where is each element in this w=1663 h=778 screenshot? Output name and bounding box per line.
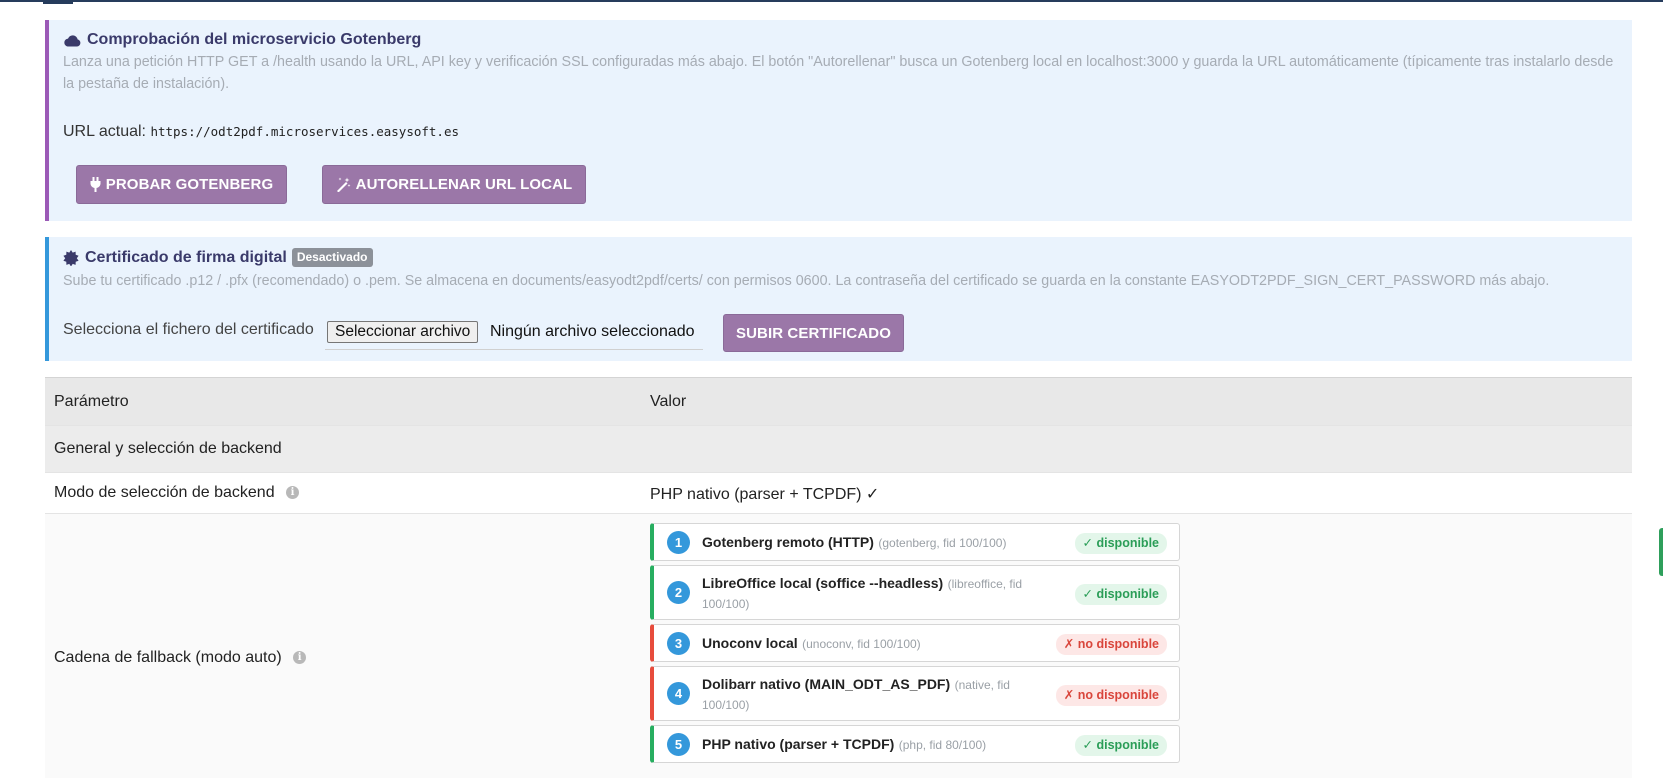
certificate-file-label: Selecciona el fichero del certificado <box>63 321 314 338</box>
fallback-item-name: PHP nativo (parser + TCPDF) <box>702 736 895 752</box>
fallback-cell: Cadena de fallback (modo auto) i <box>54 649 307 667</box>
section-row-general: General y selección de backend <box>45 426 1632 473</box>
gotenberg-description: Lanza una petición HTTP GET a /health us… <box>63 54 1614 92</box>
fallback-item-number: 3 <box>667 632 690 655</box>
top-bar-tab <box>43 0 73 4</box>
fallback-item-status: ✗ no disponible <box>1055 685 1167 706</box>
table-header: Parámetro Valor <box>45 377 1632 426</box>
fallback-item-text: Gotenberg remoto (HTTP) (gotenberg, fid … <box>702 532 1032 553</box>
test-gotenberg-label: PROBAR GOTENBERG <box>105 176 274 193</box>
magic-wand-icon <box>336 177 351 192</box>
fallback-item-name: Unoconv local <box>702 635 798 651</box>
fallback-item-text: Dolibarr nativo (MAIN_ODT_AS_PDF) (nativ… <box>702 674 1032 715</box>
autofill-local-url-button[interactable]: AUTORELLENAR URL LOCAL <box>322 165 586 204</box>
fallback-item-number: 1 <box>667 531 690 554</box>
backend-mode-cell: Modo de selección de backend i <box>54 484 300 502</box>
fallback-item-name: Gotenberg remoto (HTTP) <box>702 534 874 550</box>
fallback-item-name: Dolibarr nativo (MAIN_ODT_AS_PDF) <box>702 676 951 692</box>
fallback-item-status: ✓ disponible <box>1074 735 1167 756</box>
seal-icon <box>63 249 79 266</box>
test-gotenberg-button[interactable]: PROBAR GOTENBERG <box>76 165 287 204</box>
fallback-item: 3 Unoconv local (unoconv, fid 100/100) ✗… <box>650 624 1180 662</box>
info-icon[interactable]: i <box>286 486 300 500</box>
fallback-item-status: ✓ disponible <box>1074 584 1167 605</box>
header-parameter: Parámetro <box>54 393 129 410</box>
current-url-value: https://odt2pdf.microservices.easysoft.e… <box>150 124 460 139</box>
fallback-item-meta: (gotenberg, fid 100/100) <box>878 536 1007 550</box>
header-value: Valor <box>650 393 687 410</box>
fallback-item-status: ✓ disponible <box>1074 533 1167 554</box>
select-file-button[interactable]: Seleccionar archivo <box>327 321 479 343</box>
upload-certificate-button[interactable]: SUBIR CERTIFICADO <box>723 314 904 352</box>
table-row-fallback-chain: Cadena de fallback (modo auto) i 1 Goten… <box>45 514 1632 778</box>
fallback-item-meta: (php, fid 80/100) <box>898 738 987 752</box>
table-row-backend-mode: Modo de selección de backend i PHP nativ… <box>45 473 1632 514</box>
fallback-item: 4 Dolibarr nativo (MAIN_ODT_AS_PDF) (nat… <box>650 666 1180 721</box>
fallback-item: 2 LibreOffice local (soffice --headless)… <box>650 565 1180 620</box>
top-bar <box>0 0 1663 2</box>
upload-certificate-label: SUBIR CERTIFICADO <box>735 324 892 342</box>
certificate-panel-title: Certificado de firma digital Desactivado <box>63 248 373 267</box>
info-icon[interactable]: i <box>293 651 307 665</box>
fallback-item: 1 Gotenberg remoto (HTTP) (gotenberg, fi… <box>650 523 1180 561</box>
section-general-label: General y selección de backend <box>54 440 282 457</box>
certificate-description: Sube tu certificado .p12 / .pfx (recomen… <box>63 273 1550 289</box>
fallback-label: Cadena de fallback (modo auto) <box>54 649 282 666</box>
fallback-item-name: LibreOffice local (soffice --headless) <box>702 575 944 591</box>
file-status-text: Ningún archivo seleccionado <box>490 323 695 340</box>
fallback-item-meta: (unoconv, fid 100/100) <box>802 637 921 651</box>
autofill-local-url-label: AUTORELLENAR URL LOCAL <box>355 176 573 193</box>
fallback-item: 5 PHP nativo (parser + TCPDF) (php, fid … <box>650 725 1180 763</box>
fallback-item-text: Unoconv local (unoconv, fid 100/100) <box>702 633 1032 654</box>
current-url: URL actual: https://odt2pdf.microservice… <box>63 123 459 141</box>
status-badge: Desactivado <box>291 248 373 267</box>
fallback-item-text: PHP nativo (parser + TCPDF) (php, fid 80… <box>702 734 1032 755</box>
fallback-item-number: 5 <box>667 733 690 756</box>
fallback-item-text: LibreOffice local (soffice --headless) (… <box>702 573 1032 614</box>
plug-icon <box>90 177 101 192</box>
file-input-underline <box>325 349 703 350</box>
fallback-item-number: 2 <box>667 581 690 604</box>
backend-mode-label: Modo de selección de backend <box>54 484 275 501</box>
backend-mode-value: PHP nativo (parser + TCPDF) ✓ <box>650 486 880 503</box>
fallback-item-status: ✗ no disponible <box>1055 634 1167 655</box>
certificate-title-text: Certificado de firma digital <box>85 248 287 266</box>
current-url-label: URL actual: <box>63 123 146 140</box>
scroll-rail-marker <box>1659 528 1663 576</box>
gotenberg-panel-title: Comprobación del microservicio Gotenberg <box>63 31 421 49</box>
fallback-item-number: 4 <box>667 682 690 705</box>
cloud-icon <box>63 34 81 47</box>
gotenberg-title-text: Comprobación del microservicio Gotenberg <box>87 31 422 48</box>
